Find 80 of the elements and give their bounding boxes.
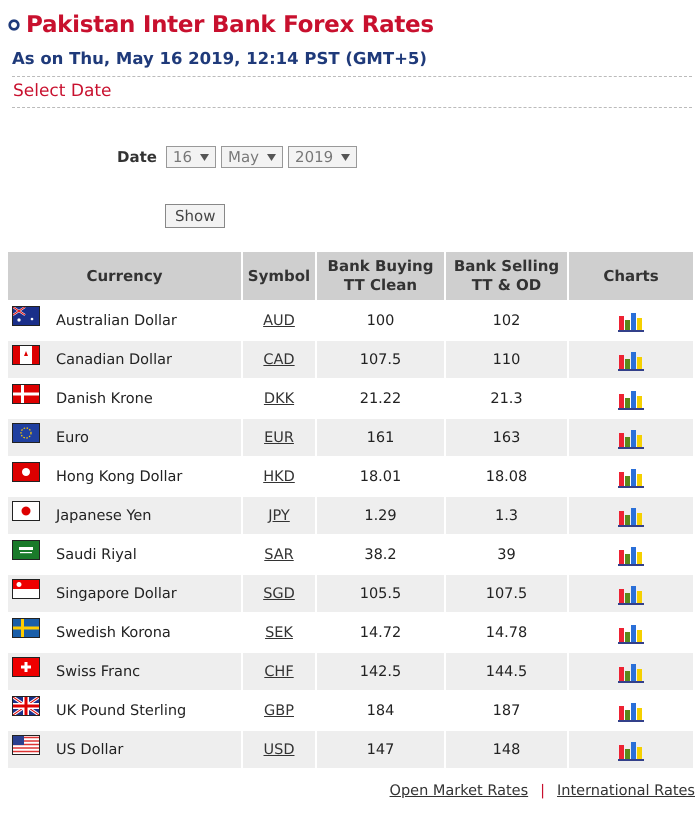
currency-name: Singapore Dollar [56, 586, 177, 602]
flag-icon [12, 578, 40, 598]
link-separator: | [540, 783, 546, 799]
flag-icon [12, 696, 40, 716]
caret-icon [200, 154, 210, 160]
currency-name: Swiss Franc [56, 664, 140, 680]
symbol-link[interactable]: HKD [263, 468, 295, 484]
selling-rate: 144.5 [446, 653, 567, 690]
date-label: Date [117, 148, 157, 166]
currency-name: Hong Kong Dollar [56, 468, 182, 484]
selling-rate: 107.5 [446, 575, 567, 612]
symbol-link[interactable]: SAR [264, 546, 294, 562]
buying-rate: 14.72 [358, 624, 402, 642]
section-title: Select Date [13, 81, 112, 101]
selling-rate: 39 [496, 546, 517, 564]
month-dropdown[interactable]: May [221, 146, 284, 168]
selling-rate: 148 [446, 731, 567, 768]
buying-rate: 147 [317, 731, 444, 768]
buying-rate: 161 [317, 419, 444, 456]
column-header: Bank Buying TT Clean [317, 252, 444, 300]
currency-name: Australian Dollar [56, 312, 177, 328]
flag-icon [12, 734, 40, 754]
flag-icon [12, 306, 40, 326]
column-header: Currency [8, 252, 241, 300]
footer-link[interactable]: International Rates [557, 783, 695, 799]
flag-icon [12, 462, 40, 482]
caret-icon [341, 154, 350, 160]
buying-rate: 107.5 [317, 341, 444, 378]
show-button[interactable]: Show [165, 204, 226, 228]
flag-icon [12, 384, 40, 404]
currency-name: US Dollar [56, 742, 124, 758]
symbol-link[interactable]: DKK [264, 390, 294, 406]
currency-name: Canadian Dollar [56, 352, 172, 368]
footer-link[interactable]: Open Market Rates [390, 783, 528, 799]
column-header: Charts [569, 252, 693, 300]
selling-rate: 102 [492, 312, 522, 330]
selling-rate: 21.3 [489, 390, 524, 408]
currency-name: Saudi Riyal [56, 546, 137, 562]
buying-rate: 18.01 [358, 468, 402, 486]
buying-rate: 21.22 [358, 390, 402, 408]
currency-name: Euro [56, 430, 89, 446]
symbol-link[interactable]: SGD [263, 586, 295, 602]
symbol-link[interactable]: GBP [264, 702, 294, 718]
selling-rate: 1.3 [446, 497, 567, 534]
buying-rate: 1.29 [317, 497, 444, 534]
selling-rate: 110 [446, 341, 567, 378]
symbol-link[interactable]: USD [264, 742, 294, 758]
symbol-link[interactable]: SEK [265, 624, 293, 640]
column-header: Symbol [243, 252, 315, 300]
flag-icon [12, 656, 40, 676]
selling-rate: 187 [492, 702, 522, 720]
symbol-link[interactable]: JPY [268, 508, 290, 524]
currency-name: UK Pound Sterling [56, 702, 186, 718]
column-header: Bank Selling TT & OD [446, 252, 567, 300]
buying-rate: 105.5 [317, 575, 444, 612]
currency-name: Japanese Yen [56, 508, 152, 524]
page-title: Pakistan Inter Bank Forex Rates [26, 11, 434, 40]
flag-icon [12, 500, 40, 520]
flag-icon [12, 540, 40, 560]
buying-rate: 142.5 [317, 653, 444, 690]
symbol-link[interactable]: EUR [264, 430, 294, 446]
currency-name: Swedish Korona [56, 624, 171, 640]
selling-rate: 14.78 [484, 624, 528, 642]
buying-rate: 38.2 [363, 546, 398, 564]
currency-name: Danish Krone [56, 390, 153, 406]
bullet-icon [8, 19, 20, 31]
day-dropdown[interactable]: 16 [166, 146, 216, 168]
year-dropdown[interactable]: 2019 [288, 146, 358, 168]
flag-icon [12, 618, 40, 638]
selling-rate: 18.08 [484, 468, 528, 486]
symbol-link[interactable]: CHF [264, 664, 294, 680]
date-subtitle: As on Thu, May 16 2019, 12:14 PST (GMT+5) [12, 48, 428, 70]
symbol-link[interactable]: CAD [263, 352, 295, 368]
buying-rate: 184 [366, 702, 396, 720]
flag-icon [12, 422, 40, 442]
flag-icon [12, 344, 40, 364]
buying-rate: 100 [366, 312, 396, 330]
caret-icon [267, 154, 276, 160]
symbol-link[interactable]: AUD [263, 312, 295, 328]
selling-rate: 163 [446, 419, 567, 456]
